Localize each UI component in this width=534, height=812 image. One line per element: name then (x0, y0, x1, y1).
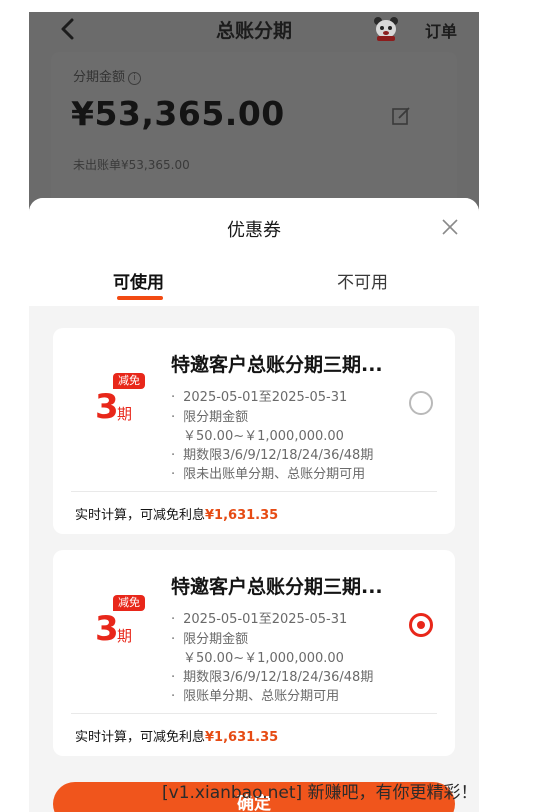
coupon-rule: · 期数限3/6/9/12/18/24/36/48期 (171, 448, 374, 463)
coupon-divider (71, 491, 437, 492)
coupon-rule: · 限账单分期、总账分期可用 (171, 689, 340, 704)
amount-value: ¥53,365.00 (71, 94, 285, 133)
coupon-rule: · 限分期金额 (171, 632, 249, 647)
interest-saving-amount: ¥1,631.35 (205, 508, 279, 523)
coupon-card[interactable]: 减免 3 期 特邀客户总账分期三期... · 2025-05-01至2025-05… (53, 550, 455, 756)
sheet-title: 优惠券 (227, 220, 281, 241)
coupon-footer: 实时计算，可减免利息¥1,631.35 (75, 730, 279, 745)
coupon-card[interactable]: 减免 3 期 特邀客户总账分期三期... · 2025-05-01至2025-05… (53, 328, 455, 534)
coupon-title: 特邀客户总账分期三期... (171, 354, 383, 376)
coupon-radio-selected[interactable] (409, 613, 433, 637)
top-bar: 总账分期 订单 (29, 12, 479, 48)
coupon-rule: · 限分期金额 (171, 410, 249, 425)
discount-number: 3 (95, 609, 119, 649)
coupon-footer: 实时计算，可减免利息¥1,631.35 (75, 508, 279, 523)
amount-label: 分期金额 i (73, 66, 142, 85)
page-title: 总账分期 (215, 20, 292, 42)
phone-screen: 总账分期 订单 分期金额 i ¥53,365.00 未出账单¥53,365.00 … (29, 12, 479, 812)
discount-unit: 期 (117, 627, 133, 645)
coupon-rule: · 2025-05-01至2025-05-31 (171, 390, 348, 405)
discount-number: 3 (95, 387, 119, 427)
coupon-divider (71, 713, 437, 714)
order-link[interactable]: 订单 (425, 18, 457, 42)
coupon-radio-unselected[interactable] (409, 391, 433, 415)
coupon-rule: · 限未出账单分期、总账分期可用 (171, 467, 366, 482)
coupon-rule: ￥50.00~￥1,000,000.00 (183, 429, 344, 444)
coupon-rule: · 期数限3/6/9/12/18/24/36/48期 (171, 670, 374, 685)
tab-available[interactable]: 可使用 (113, 268, 164, 293)
interest-saving-amount: ¥1,631.35 (205, 730, 279, 745)
edit-icon[interactable] (391, 106, 411, 126)
coupon-rule: ￥50.00~￥1,000,000.00 (183, 651, 344, 666)
info-icon[interactable]: i (128, 72, 142, 85)
coupon-rule: · 2025-05-01至2025-05-31 (171, 612, 348, 627)
coupon-sheet: 优惠券 可使用 不可用 减免 3 期 特邀客户总账分期三期... · 2025-0… (29, 198, 479, 812)
discount-unit: 期 (117, 405, 133, 423)
mascot-icon[interactable] (372, 14, 400, 42)
unbilled-text: 未出账单¥53,365.00 (73, 158, 190, 172)
close-icon[interactable] (441, 218, 459, 236)
coupon-title: 特邀客户总账分期三期... (171, 576, 383, 598)
watermark-text: [v1.xianbao.net] 新赚吧，有你更精彩！ (162, 783, 478, 803)
sheet-header: 优惠券 可使用 不可用 (29, 198, 479, 306)
tab-unavailable[interactable]: 不可用 (337, 268, 388, 293)
tab-active-indicator (117, 296, 163, 300)
